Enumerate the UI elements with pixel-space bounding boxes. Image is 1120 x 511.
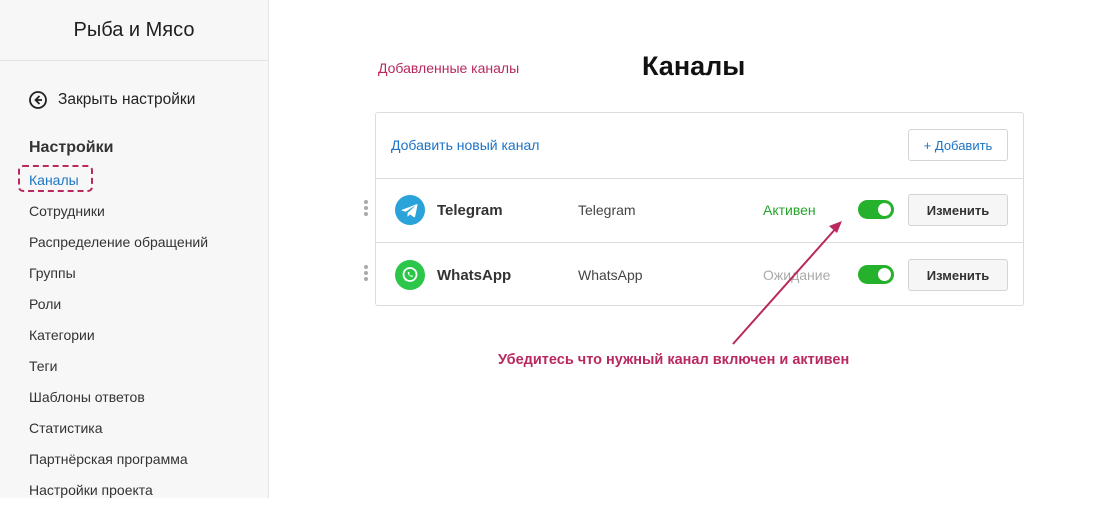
annotation-arrow [732, 221, 842, 345]
annotation-text: Убедитесь что нужный канал включен и акт… [498, 352, 850, 368]
